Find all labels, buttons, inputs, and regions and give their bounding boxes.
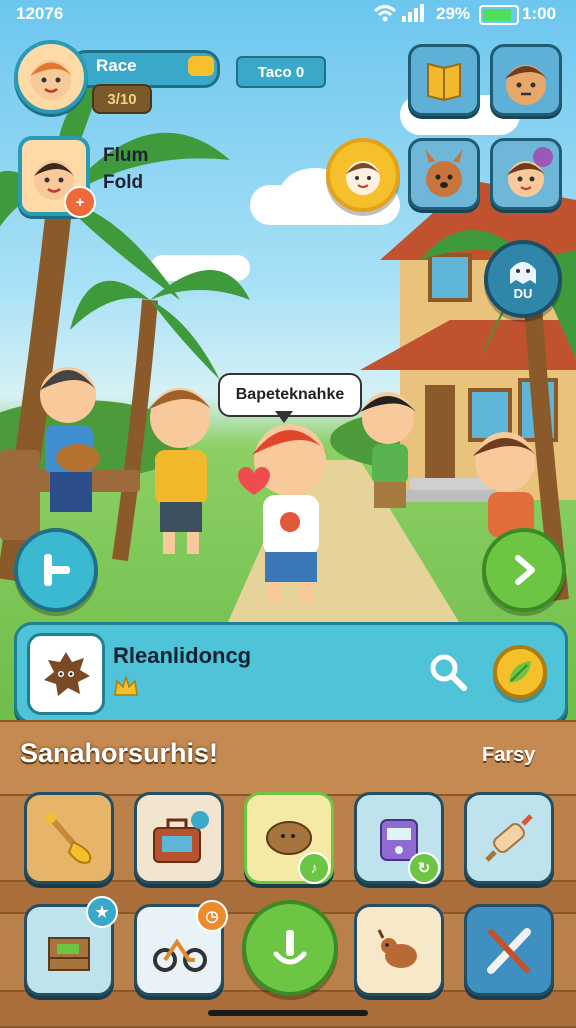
star-badge-icon: ★ <box>86 896 118 928</box>
speech-bubble-text: Bapeteknahke <box>235 386 345 403</box>
timer-icon: ◷ <box>196 900 228 932</box>
title-plate-text: Taco 0 <box>257 63 305 81</box>
music-note-icon: ♪ <box>298 852 330 884</box>
wifi-icon <box>373 4 397 22</box>
rolling-pin-icon <box>485 814 533 862</box>
battery-icon <box>479 5 519 25</box>
journal-button[interactable] <box>408 44 480 116</box>
search-button[interactable] <box>425 649 471 695</box>
npc-badge-label: DU <box>513 285 533 301</box>
friend-avatar-button[interactable] <box>490 44 562 116</box>
status-time-left: 12076 <box>16 4 64 23</box>
search-panel-title: Rleanlidoncg <box>113 643 252 668</box>
next-button[interactable] <box>482 528 566 612</box>
npc-badge[interactable]: DU <box>484 240 562 318</box>
pet-icon <box>44 652 90 696</box>
refresh-icon: ↻ <box>408 852 440 884</box>
inventory-slot-1[interactable] <box>24 792 114 884</box>
game-scene: Bapeteknahke <box>0 0 576 720</box>
bike-icon <box>153 938 207 972</box>
inventory-slot-8[interactable] <box>354 904 444 996</box>
inventory-slot-5[interactable] <box>464 792 554 884</box>
book-icon <box>427 62 461 102</box>
leaf-icon <box>509 661 531 683</box>
search-panel: Rleanlidoncg <box>14 622 568 724</box>
ghost-icon <box>510 261 536 284</box>
plus-left-icon <box>44 554 70 586</box>
search-icon <box>430 654 467 691</box>
trumpet-icon <box>46 813 92 864</box>
xp-fill <box>188 56 214 76</box>
speech-bubble-tail <box>275 411 293 423</box>
character-select-2[interactable] <box>408 138 480 210</box>
character-select-1[interactable] <box>326 138 400 212</box>
title-plate: Taco 0 <box>236 56 326 88</box>
level-plate: 3/10 <box>92 84 152 114</box>
chevron-right-icon <box>515 555 535 585</box>
shelf-filter[interactable]: Farsy <box>482 744 535 767</box>
inventory-slot-2[interactable] <box>134 792 224 884</box>
player-avatar[interactable] <box>14 40 88 114</box>
player-level: 3/10 <box>107 90 137 108</box>
back-button[interactable] <box>14 528 98 612</box>
confirm-button[interactable] <box>242 900 338 996</box>
deer-icon <box>377 929 417 968</box>
xp-bar <box>70 50 220 88</box>
add-friend-icon[interactable]: + <box>64 186 96 218</box>
crown-icon <box>113 674 139 697</box>
toolbox-icon <box>153 811 209 863</box>
down-arrow-icon <box>273 930 307 965</box>
mini-profile-line1: Flum <box>103 145 149 166</box>
inventory-slot-9[interactable] <box>464 904 554 996</box>
player-name: Race <box>96 56 137 75</box>
mini-profile-line2: Fold <box>103 172 144 193</box>
character-select-3[interactable] <box>490 138 562 210</box>
battery-fill <box>483 9 511 21</box>
shelf-title: Sanahorsurhis! <box>20 738 219 768</box>
signal-icon <box>402 4 428 22</box>
crate-icon <box>48 937 90 971</box>
scene-art <box>0 60 576 640</box>
battery-percent: 29% <box>436 4 471 23</box>
pet-portrait[interactable] <box>27 633 105 715</box>
leaf-button[interactable] <box>493 645 547 699</box>
tools-icon <box>487 928 531 974</box>
status-time-right: 1:00 <box>522 4 557 23</box>
home-indicator[interactable] <box>208 1010 368 1016</box>
